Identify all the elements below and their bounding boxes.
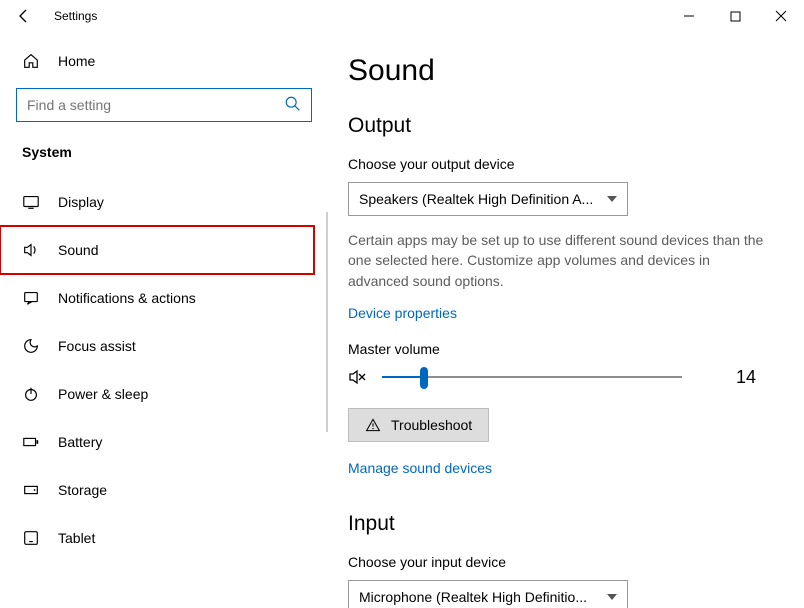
sidebar-item-home[interactable]: Home [0, 48, 328, 88]
sidebar-item-storage[interactable]: Storage [0, 466, 328, 514]
chevron-down-icon [607, 196, 617, 202]
power-icon [22, 385, 40, 403]
sidebar-item-display[interactable]: Display [0, 178, 328, 226]
input-device-value: Microphone (Realtek High Definitio... [359, 589, 587, 605]
home-icon [22, 52, 40, 70]
window-title: Settings [48, 9, 97, 23]
sidebar-item-notifications[interactable]: Notifications & actions [0, 274, 328, 322]
sidebar-item-label: Display [58, 194, 104, 210]
sidebar-item-label: Battery [58, 434, 102, 450]
troubleshoot-button[interactable]: Troubleshoot [348, 408, 489, 442]
input-heading: Input [348, 512, 772, 536]
master-volume-slider[interactable] [382, 367, 682, 387]
output-choose-label: Choose your output device [348, 156, 772, 172]
sidebar-item-label: Sound [58, 242, 98, 258]
tablet-icon [22, 529, 40, 547]
content-area: Sound Output Choose your output device S… [328, 32, 804, 608]
minimize-button[interactable] [666, 1, 712, 31]
display-icon [22, 193, 40, 211]
sidebar-item-label: Focus assist [58, 338, 136, 354]
battery-icon [22, 433, 40, 451]
close-button[interactable] [758, 1, 804, 31]
output-device-select[interactable]: Speakers (Realtek High Definition A... [348, 182, 628, 216]
sidebar-item-tablet[interactable]: Tablet [0, 514, 328, 562]
input-device-select[interactable]: Microphone (Realtek High Definitio... [348, 580, 628, 608]
back-button[interactable] [0, 8, 48, 24]
sidebar-item-sound[interactable]: Sound [0, 226, 314, 274]
sound-icon [22, 241, 40, 259]
search-input[interactable] [16, 88, 312, 122]
notifications-icon [22, 289, 40, 307]
focus-assist-icon [22, 337, 40, 355]
master-volume-label: Master volume [348, 341, 772, 357]
chevron-down-icon [607, 594, 617, 600]
maximize-button[interactable] [712, 1, 758, 31]
titlebar: Settings [0, 0, 804, 32]
warning-icon [365, 417, 381, 433]
output-device-value: Speakers (Realtek High Definition A... [359, 191, 593, 207]
output-description: Certain apps may be set up to use differ… [348, 230, 768, 291]
sidebar-item-label: Home [58, 53, 95, 69]
search-icon [284, 95, 302, 118]
sidebar-item-focus-assist[interactable]: Focus assist [0, 322, 328, 370]
sidebar-item-power-sleep[interactable]: Power & sleep [0, 370, 328, 418]
sidebar-item-label: Notifications & actions [58, 290, 196, 306]
sidebar-item-label: Tablet [58, 530, 95, 546]
input-choose-label: Choose your input device [348, 554, 772, 570]
page-title: Sound [348, 54, 772, 88]
manage-sound-devices-link[interactable]: Manage sound devices [348, 460, 772, 476]
troubleshoot-label: Troubleshoot [391, 417, 472, 433]
device-properties-link[interactable]: Device properties [348, 305, 772, 321]
volume-mute-icon[interactable] [348, 367, 368, 387]
output-heading: Output [348, 114, 772, 138]
sidebar: Home System Display Sound [0, 32, 328, 608]
storage-icon [22, 481, 40, 499]
sidebar-section-header: System [0, 144, 328, 178]
sidebar-item-label: Storage [58, 482, 107, 498]
sidebar-item-battery[interactable]: Battery [0, 418, 328, 466]
sidebar-item-label: Power & sleep [58, 386, 148, 402]
master-volume-value: 14 [736, 367, 756, 388]
